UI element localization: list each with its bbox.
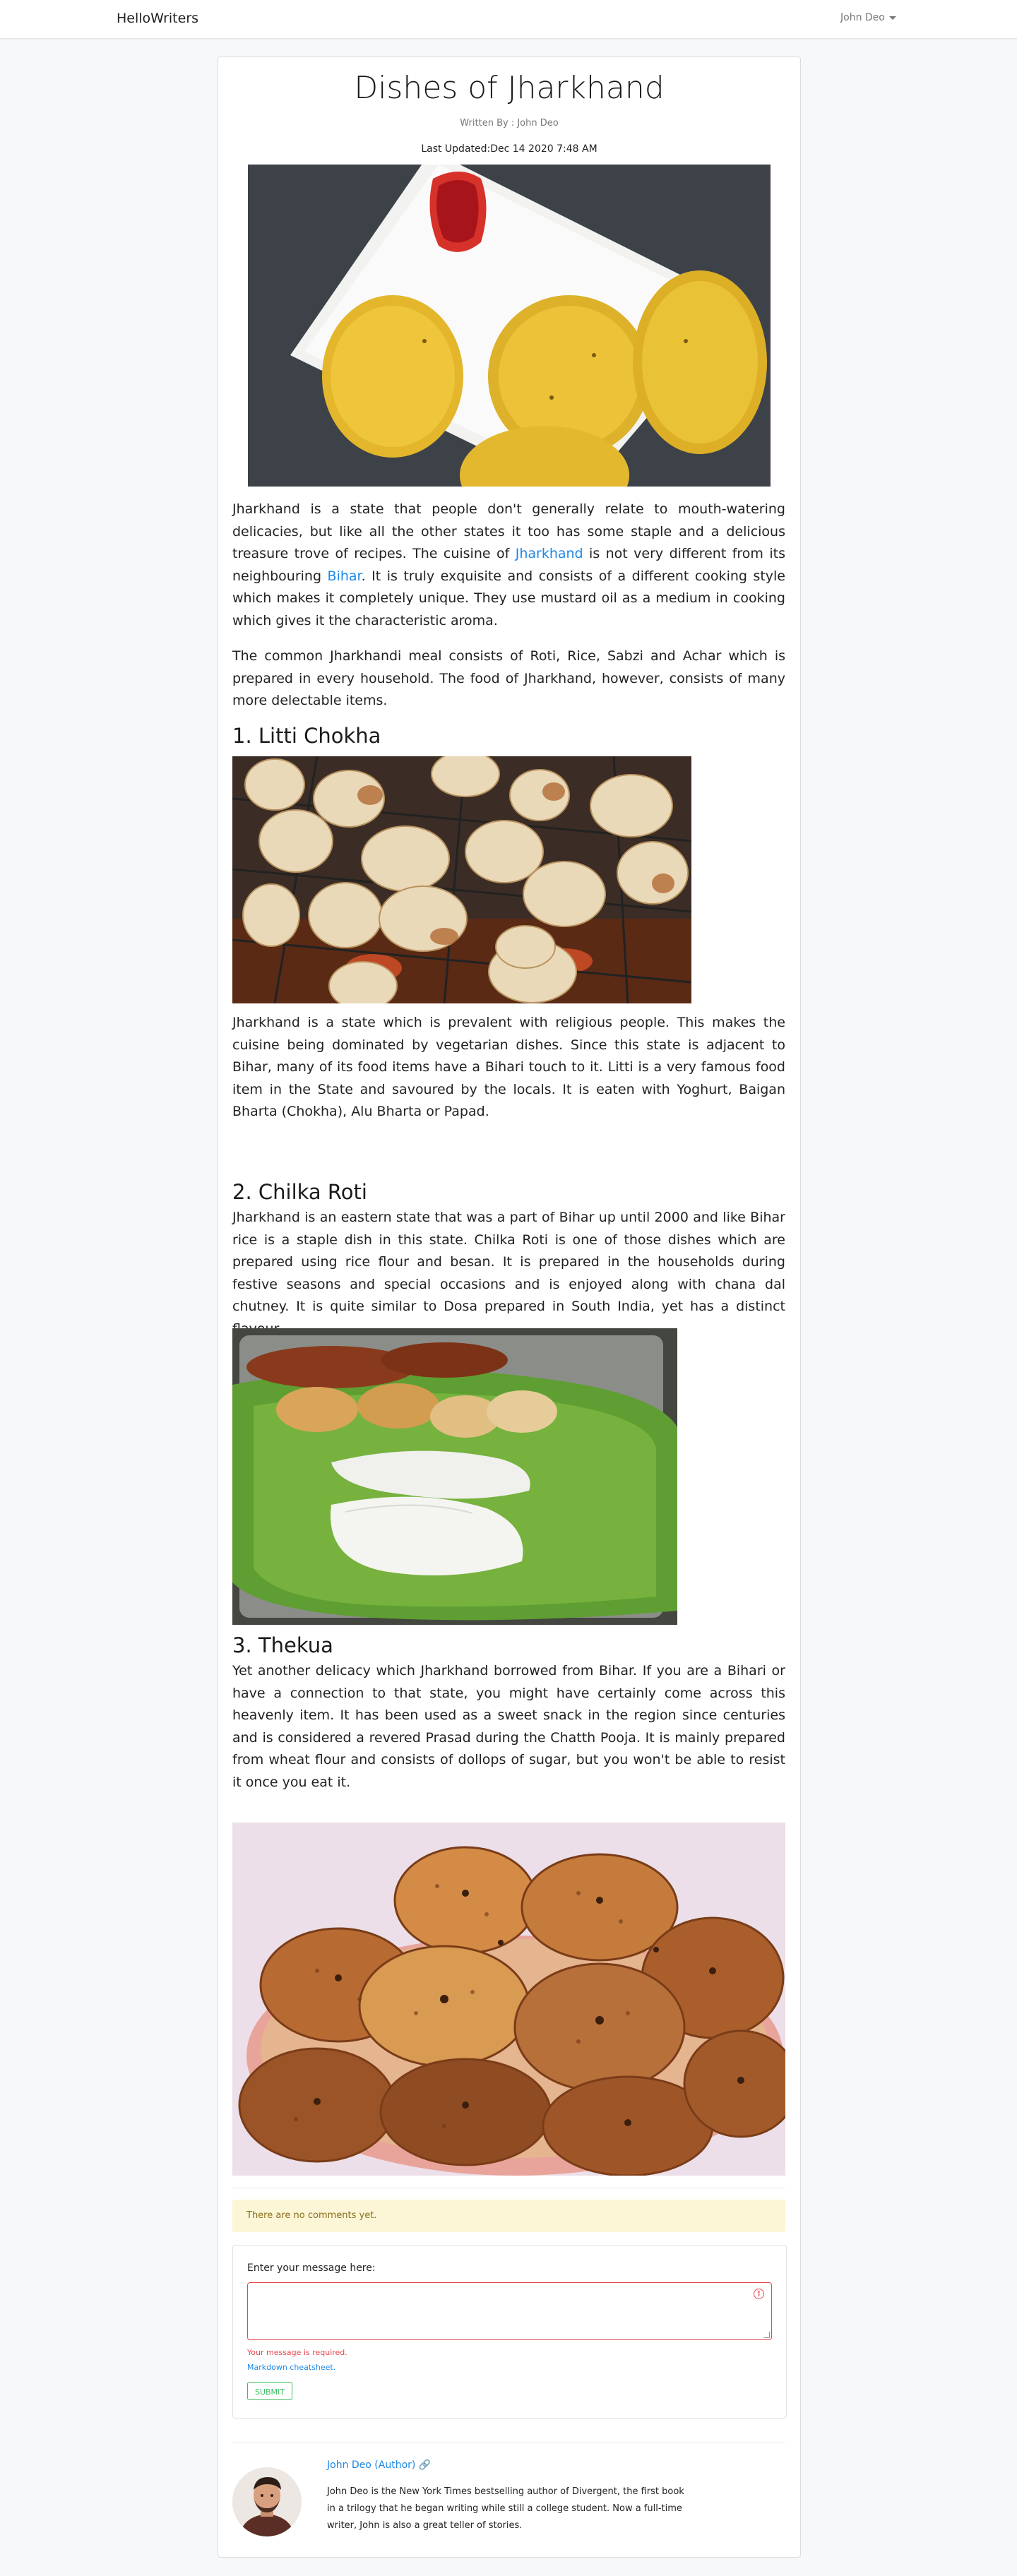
author-name-link[interactable]: John Deo (Author) 🔗 xyxy=(327,2459,431,2471)
chilka-roti-illustration xyxy=(232,1328,677,1625)
resize-handle-icon[interactable] xyxy=(763,2332,770,2338)
message-field-label: Enter your message here: xyxy=(247,2262,376,2274)
hero-illustration xyxy=(248,165,771,487)
litti-chokha-paragraph: Jharkhand is a state which is prevalent … xyxy=(232,1015,785,1119)
author-bio: John Deo is the New York Times bestselli… xyxy=(327,2486,684,2531)
no-comments-alert: There are no comments yet. xyxy=(232,2200,785,2232)
user-menu-label: John Deo xyxy=(840,12,885,23)
article-last-updated: Last Updated:Dec 14 2020 7:48 AM xyxy=(421,143,597,155)
article-card: Dishes of Jharkhand Written By : John De… xyxy=(218,56,801,2558)
intro-paragraph-1: Jharkhand is a state that people don't g… xyxy=(232,499,785,632)
message-textarea[interactable]: ! xyxy=(247,2282,772,2340)
chilka-roti-paragraph: Jharkhand is an eastern state that was a… xyxy=(232,1210,785,1337)
thekua-image xyxy=(232,1823,785,2176)
thekua-paragraph: Yet another delicacy which Jharkhand bor… xyxy=(232,1663,785,1790)
intro-paragraph-2: The common Jharkhandi meal consists of R… xyxy=(232,648,785,708)
litti-illustration xyxy=(232,756,691,1003)
article-title: Dishes of Jharkhand xyxy=(354,70,665,106)
section-heading-chilka-roti: 2. Chilka Roti xyxy=(232,1180,367,1204)
caret-down-icon xyxy=(888,16,896,20)
user-menu-dropdown[interactable]: John Deo xyxy=(840,12,896,23)
bihar-link[interactable]: Bihar xyxy=(328,568,362,584)
thekua-illustration xyxy=(232,1823,785,2176)
section-heading-litti-chokha: 1. Litti Chokha xyxy=(232,724,381,748)
chilka-roti-image xyxy=(232,1328,677,1625)
link-icon: 🔗 xyxy=(418,2459,432,2471)
submit-button[interactable]: SUBMIT xyxy=(247,2382,292,2400)
comment-form: Enter your message here: ! Your message … xyxy=(232,2245,787,2419)
author-avatar xyxy=(232,2467,302,2536)
litti-chokha-image xyxy=(232,756,691,1003)
section-heading-thekua: 3. Thekua xyxy=(232,1633,333,1657)
author-name-text: John Deo (Author) xyxy=(327,2459,416,2471)
brand-logo[interactable]: HelloWriters xyxy=(117,11,198,26)
exclamation-circle-icon: ! xyxy=(754,2289,764,2299)
hero-image-dish xyxy=(248,165,771,487)
top-navbar: HelloWriters John Deo xyxy=(0,0,1017,39)
jharkhand-link[interactable]: Jharkhand xyxy=(516,546,583,561)
no-comments-text: There are no comments yet. xyxy=(246,2210,377,2221)
markdown-cheatsheet-link[interactable]: Markdown cheatsheet. xyxy=(247,2363,335,2372)
message-required-error: Your message is required. xyxy=(247,2348,347,2357)
article-byline: Written By : John Deo xyxy=(460,118,559,129)
avatar-illustration xyxy=(232,2467,302,2536)
